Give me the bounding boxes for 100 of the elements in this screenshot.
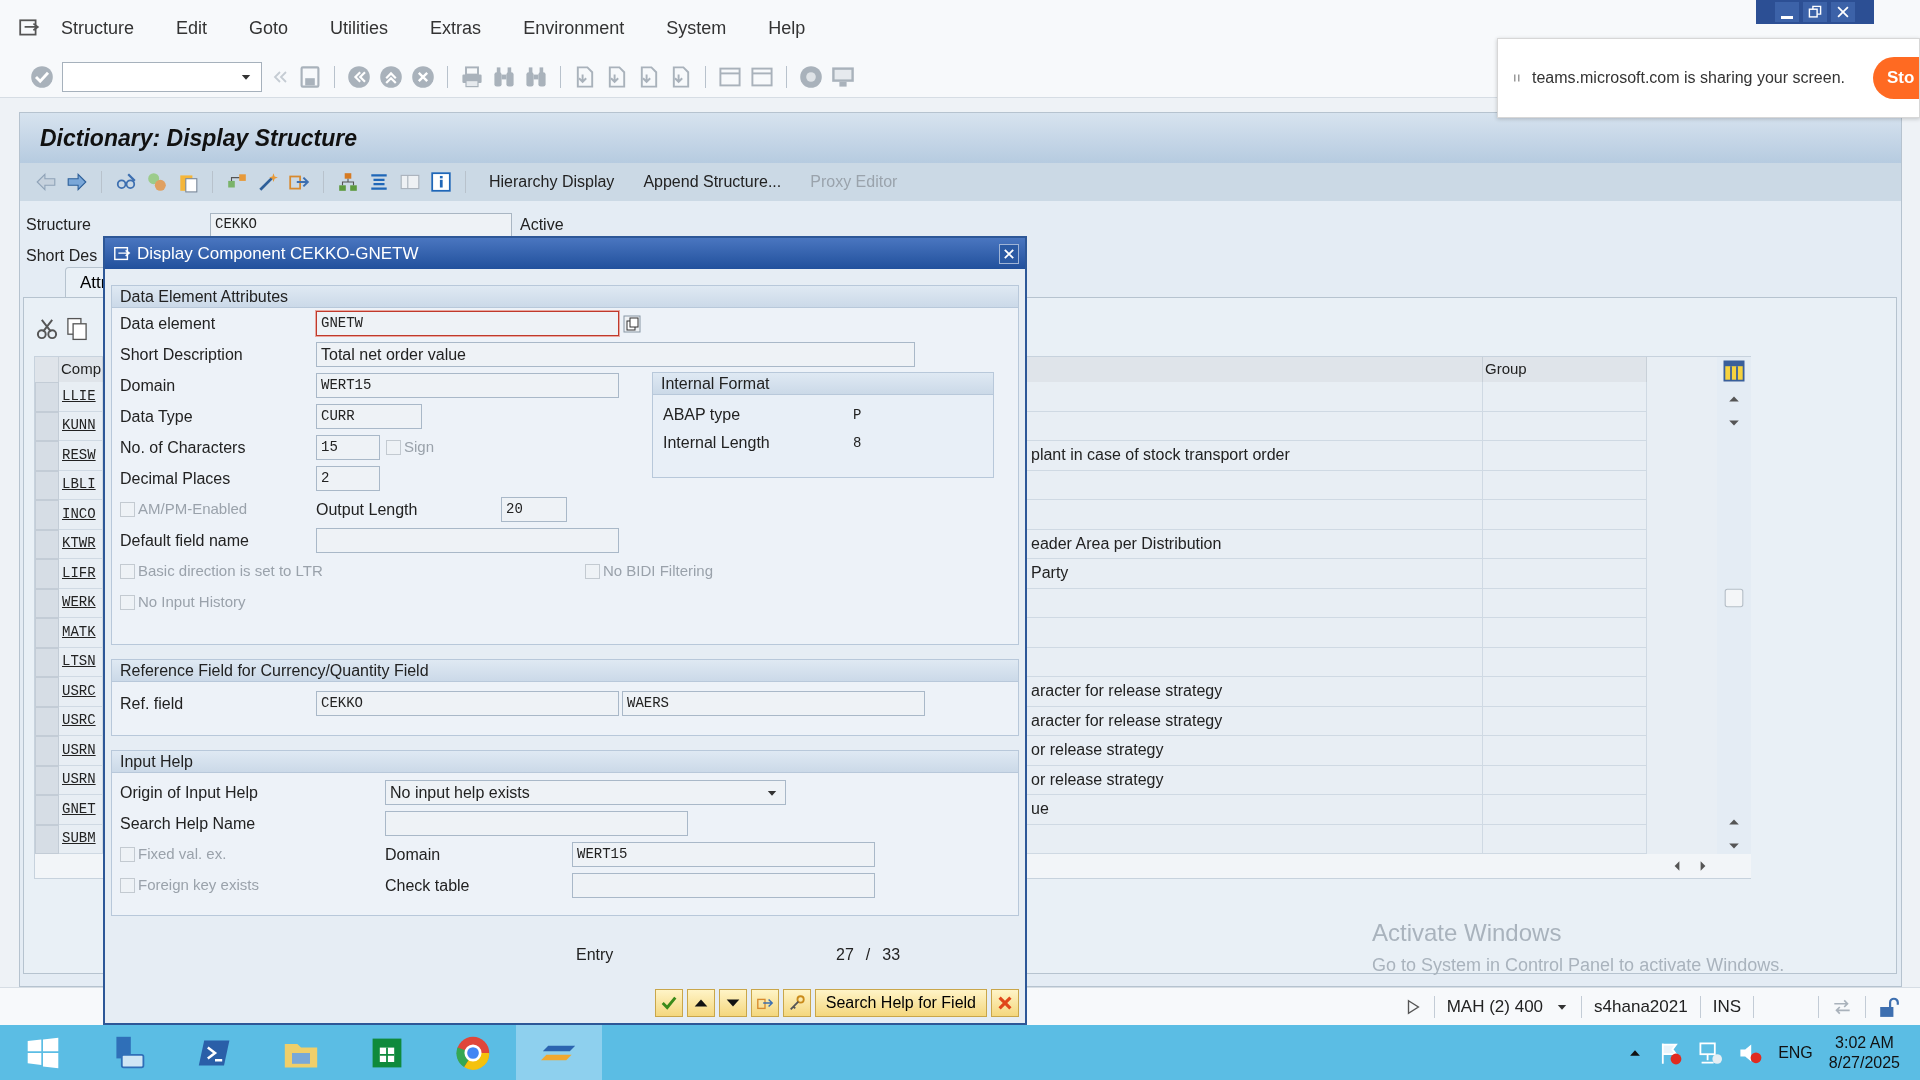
cancel-button[interactable] (991, 989, 1019, 1017)
column-layout-icon[interactable] (1722, 359, 1746, 383)
info-icon[interactable] (430, 171, 452, 193)
input-field[interactable] (385, 811, 688, 836)
server-text: s4hana2021 (1594, 995, 1688, 1018)
row-selector[interactable] (35, 824, 59, 854)
input-field[interactable]: CEKKO (316, 691, 619, 716)
notification-text: teams.microsoft.com is sharing your screen. (1532, 68, 1845, 88)
forward-arrow-icon[interactable] (66, 171, 88, 193)
menu-item[interactable]: Extras (409, 14, 503, 42)
check-button[interactable] (654, 989, 683, 1017)
input-field[interactable]: CURR (316, 404, 422, 429)
close-icon (1836, 5, 1850, 19)
menu-item[interactable]: Help (747, 14, 827, 42)
close-button[interactable] (1831, 2, 1855, 22)
down-button[interactable] (718, 989, 747, 1017)
session-text: MAH (2) 400 (1446, 995, 1544, 1018)
row-selector[interactable] (35, 765, 59, 795)
field-label: Data Type (120, 406, 194, 427)
row-selector[interactable] (35, 588, 59, 618)
input-field[interactable] (316, 528, 619, 553)
input-field[interactable]: 20 (501, 497, 567, 522)
cancel-icon (996, 994, 1014, 1012)
menu-item[interactable]: Utilities (309, 14, 410, 42)
up-button[interactable] (686, 989, 715, 1017)
network-icon[interactable] (1698, 1040, 1723, 1065)
scrollbar[interactable] (1717, 357, 1751, 854)
save-icon[interactable] (298, 64, 322, 89)
binoculars-icon[interactable] (524, 64, 548, 89)
menu-item[interactable]: System (645, 14, 748, 42)
toolbar-button[interactable]: Append Structure... (633, 170, 792, 194)
copy-icon[interactable] (622, 313, 642, 334)
search-help-button[interactable]: Search Help for Field (814, 989, 987, 1017)
field-label: ABAP type (663, 405, 742, 425)
field-label: Structure (26, 214, 92, 235)
row-selector[interactable] (35, 441, 59, 471)
section-heading: Data Element Attributes (112, 286, 1018, 308)
scroll-thumb[interactable] (1723, 587, 1745, 609)
lines-icon[interactable] (368, 171, 390, 193)
structure-field[interactable]: CEKKO (210, 212, 512, 237)
menu-item[interactable]: Structure (40, 14, 156, 42)
menu-item[interactable]: Edit (155, 14, 229, 42)
circles-icon[interactable] (146, 171, 168, 193)
row-selector[interactable] (35, 559, 59, 589)
key-button[interactable] (782, 989, 811, 1017)
row-selector[interactable] (35, 529, 59, 559)
field-label: Decimal Places (120, 468, 232, 489)
hierarchy-icon[interactable] (337, 171, 359, 193)
printer-icon[interactable] (460, 64, 484, 89)
input-field[interactable] (572, 873, 875, 898)
row-selector[interactable] (35, 795, 59, 825)
row-selector[interactable] (35, 382, 59, 412)
command-field[interactable] (62, 61, 262, 92)
back-circle-icon[interactable] (347, 64, 371, 89)
column-header[interactable]: Comp (59, 357, 103, 382)
row-selector[interactable] (35, 470, 59, 500)
dropdown[interactable]: No input help exists (385, 780, 786, 805)
clock-time[interactable]: 3:02 AM (1828, 1032, 1900, 1053)
row-selector[interactable] (35, 677, 59, 707)
cancel-circle-icon[interactable] (411, 64, 435, 89)
check-circle-icon[interactable] (30, 64, 54, 89)
row-selector[interactable] (35, 706, 59, 736)
table-cell: ue (1027, 795, 1483, 825)
copy-icon[interactable] (64, 316, 90, 342)
input-field[interactable]: WAERS (622, 691, 925, 716)
close-button[interactable] (999, 243, 1019, 264)
column-header[interactable]: Group (1483, 357, 1647, 382)
menu-item[interactable]: Goto (228, 14, 310, 42)
row-selector[interactable] (35, 500, 59, 530)
input-field[interactable]: Total net order value (316, 342, 915, 367)
input-field[interactable]: 2 (316, 466, 380, 491)
clock-date[interactable]: 8/27/2025 (1828, 1052, 1900, 1073)
row-selector[interactable] (35, 647, 59, 677)
entry-separator: / (865, 945, 871, 965)
row-selector[interactable] (35, 736, 59, 766)
section-heading: Internal Format (653, 373, 993, 395)
menu-item[interactable]: Environment (502, 14, 646, 42)
input-field[interactable]: WERT15 (572, 842, 875, 867)
scissors-icon[interactable] (34, 316, 60, 342)
back-arrow-icon[interactable] (35, 171, 57, 193)
row-selector[interactable] (35, 618, 59, 648)
input-field[interactable]: 15 (316, 435, 380, 460)
field-label: Search Help Name (120, 813, 257, 834)
wand-icon[interactable] (257, 171, 279, 193)
four-pane-logo-icon (26, 1035, 60, 1070)
input-field[interactable]: WERT15 (316, 373, 619, 398)
row-selector[interactable] (35, 411, 59, 441)
toolbar-button[interactable]: Hierarchy Display (479, 170, 625, 194)
language-indicator[interactable]: ENG (1778, 1040, 1813, 1065)
input-field[interactable]: GNETW (316, 311, 619, 336)
lock-icon[interactable] (1878, 995, 1900, 1018)
restore-button[interactable] (1803, 2, 1827, 22)
close-icon (1003, 247, 1015, 260)
minimize-button[interactable] (1775, 2, 1799, 22)
binoculars-icon[interactable] (492, 64, 516, 89)
monitor-icon[interactable] (831, 64, 855, 89)
taskbar-button[interactable] (516, 1025, 602, 1080)
up-circle-icon[interactable] (379, 64, 403, 89)
help-icon[interactable] (799, 64, 823, 89)
minimize-icon (1781, 15, 1793, 19)
